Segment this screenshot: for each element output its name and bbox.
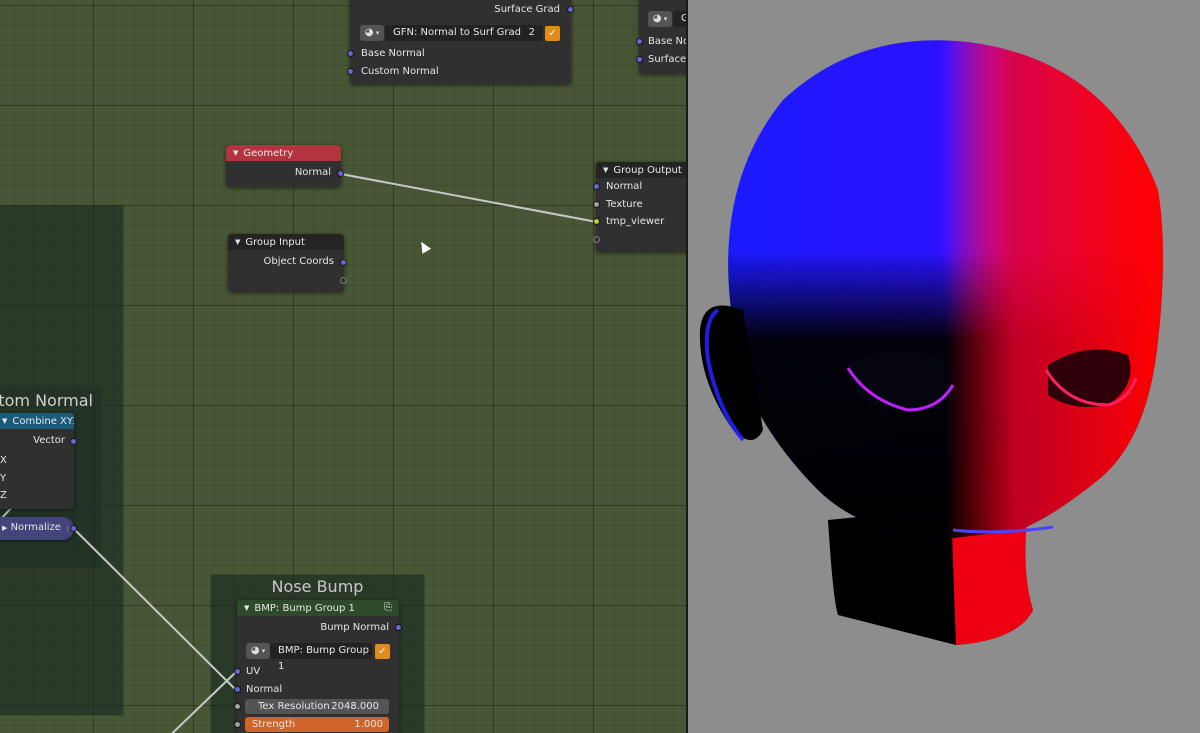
node-group-type-selector[interactable]: ◕ ▾ [648,11,672,27]
node-editor[interactable]: stom Normal Nose Bump Surface Grad ◕ ▾ G… [0,0,686,733]
socket-base-normal-input[interactable] [636,38,643,45]
strength-label: Strength [252,719,296,730]
node-group-input[interactable]: ▼ Group Input Object Coords [228,234,347,292]
3d-viewport[interactable] [688,0,1200,733]
node-group-name-field[interactable]: BMP: Bump Group 1 [270,643,372,672]
strength-slider[interactable]: Strength 1.000 [245,717,389,732]
collapse-triangle-icon[interactable]: ▼ [2,413,7,429]
socket-empty-input[interactable] [593,236,600,243]
socket-label-texture: Texture [606,199,643,210]
node-group-output[interactable]: ▼ Group Output Normal Texture tmp_viewer [593,162,686,252]
socket-label-z: Z [0,490,7,501]
socket-surface-input[interactable] [636,56,643,63]
collapse-triangle-icon[interactable]: ▼ [244,600,249,616]
socket-tmp-viewer-input[interactable] [593,218,600,225]
head-skull-shape [728,40,1163,541]
socket-normal-input[interactable] [234,686,241,693]
socket-bump-normal-output[interactable] [395,624,402,631]
chevron-down-icon: ▾ [259,647,266,655]
socket-base-normal-input[interactable] [347,50,354,57]
chevron-down-icon: ▾ [661,15,668,23]
socket-label-custom-normal: Custom Normal [361,66,439,77]
tex-resolution-label: Tex Resolution [258,701,330,712]
socket-label-base-normal: Base No [648,36,686,47]
collapse-triangle-icon[interactable]: ▼ [233,145,238,161]
node-title: Group Output [613,165,682,176]
node-header-group-input[interactable]: ▼ Group Input [228,234,344,250]
collapse-triangle-icon[interactable]: ▼ [235,234,240,250]
node-title: BMP: Bump Group 1 [254,603,355,614]
socket-label-uv: UV [246,666,261,677]
socket-uv-input[interactable] [234,668,241,675]
node-group-name-field[interactable]: G [673,11,686,27]
link-geometry-normal-to-tmp-viewer [340,173,598,223]
node-header-combine-xyz[interactable]: ▼ Combine XYZ [0,413,74,429]
socket-strength-input[interactable] [234,721,241,728]
node-group-user-count: 2 [528,27,535,38]
socket-label-normal: Normal [294,167,331,178]
collapse-triangle-icon[interactable]: ▼ [603,162,608,178]
socket-tex-resolution-input[interactable] [234,703,241,710]
fake-user-shield-icon[interactable]: ✓ [545,26,560,41]
node-bump-group[interactable]: ▼ BMP: Bump Group 1 ⎘ Bump Normal ◕ ▾ BMP:… [234,600,402,733]
node-group-icon[interactable]: ⎘ [384,600,392,616]
socket-label-normal: Normal [246,684,283,695]
node-group-type-selector[interactable]: ◕ ▾ [360,25,384,41]
socket-label-surface-grad: Surface Grad [494,4,560,15]
tex-resolution-value: 2048.000 [331,701,379,712]
expand-triangle-icon[interactable]: ▶ [2,524,7,532]
node-group-name: GFN: Normal to Surf Grad [393,27,521,38]
node-title: Combine XYZ [12,416,74,427]
socket-label-base-normal: Base Normal [361,48,425,59]
socket-normal-output[interactable] [337,170,344,177]
socket-normalize-output[interactable] [70,525,77,532]
socket-label-object-coords: Object Coords [263,256,334,267]
head-render [699,40,1163,645]
socket-label-y: Y [0,473,7,484]
node-header-normalize[interactable]: ▶ Normalize [2,522,61,533]
socket-label-bump-normal: Bump Normal [320,622,389,633]
node-title: Normalize [10,522,61,533]
tex-resolution-field[interactable]: Tex Resolution 2048.000 [245,699,389,714]
node-title: Group Input [245,237,305,248]
link-normalize-to-bump-normal [73,528,237,691]
node-group-name-field[interactable]: GFN: Normal to Surf Grad 2 [385,25,543,41]
socket-label-tmp-viewer: tmp_viewer [606,216,665,227]
strength-value: 1.000 [354,719,383,730]
chevron-down-icon: ▾ [373,29,380,37]
socket-texture-input[interactable] [593,201,600,208]
node-header-geometry[interactable]: ▼ Geometry [226,145,341,161]
node-combine-xyz[interactable]: ▼ Combine XYZ Vector X Y Z [0,413,77,509]
socket-surface-grad-output[interactable] [567,6,574,13]
socket-custom-normal-input[interactable] [347,68,354,75]
node-partial-group[interactable]: ◕ ▾ G Base No Surface [636,0,686,74]
socket-vector-output[interactable] [70,438,77,445]
socket-label-normal: Normal [606,181,643,192]
socket-normal-input[interactable] [593,183,600,190]
node-header-group-output[interactable]: ▼ Group Output [596,162,686,178]
fake-user-shield-icon[interactable]: ✓ [375,644,390,659]
socket-object-coords-output[interactable] [340,259,347,266]
node-normalize[interactable]: ▶ Normalize ॥ [0,517,77,540]
socket-label-vector: Vector [33,435,65,446]
link-to-bump-uv [171,671,237,733]
node-title: Geometry [243,148,294,159]
socket-label-x: X [0,455,7,466]
socket-empty-output[interactable] [340,277,347,284]
node-group-type-selector[interactable]: ◕ ▾ [246,643,270,659]
node-group-name: BMP: Bump Group 1 [278,645,369,672]
node-header-bump-group[interactable]: ▼ BMP: Bump Group 1 ⎘ [237,600,399,616]
node-normal-to-surf-grad[interactable]: Surface Grad ◕ ▾ GFN: Normal to Surf Gra… [347,0,574,84]
socket-label-surface: Surface [648,54,686,65]
node-geometry[interactable]: ▼ Geometry Normal [226,145,344,187]
